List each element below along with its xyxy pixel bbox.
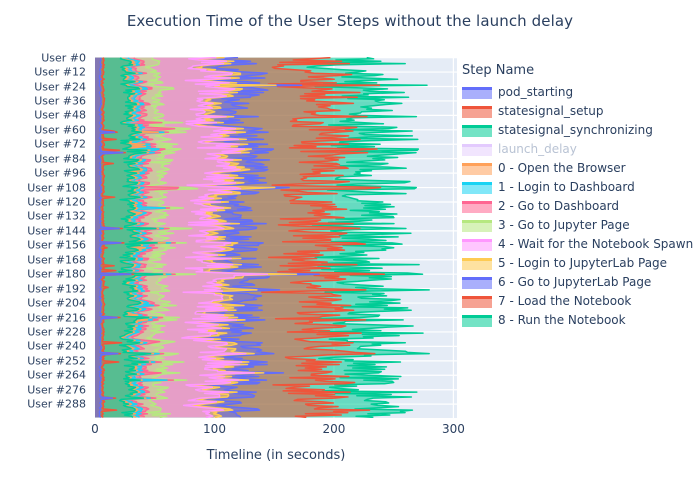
y-axis-tick-label: User #108 [27,181,86,195]
legend-item[interactable]: 5 - Login to JupyterLab Page [462,254,698,273]
legend-item[interactable]: statesignal_setup [462,102,698,121]
x-axis-tick-label: 300 [441,422,465,436]
legend-item[interactable]: 8 - Run the Notebook [462,311,698,330]
legend-color-swatch [462,124,492,137]
legend-item-label: statesignal_synchronizing [498,123,653,137]
legend-item-label: launch_delay [498,142,577,156]
y-axis-tick-label: User #240 [27,339,86,353]
plotly-figure: Execution Time of the User Steps without… [0,0,700,500]
legend-color-swatch [462,162,492,175]
y-axis-tick-label: User #228 [27,325,86,339]
y-axis-tick-label: User #252 [27,354,86,368]
y-axis-tick-label: User #180 [27,267,86,281]
x-axis-tick-label: 0 [91,422,99,436]
y-axis-tick-label: User #72 [34,137,86,151]
legend-color-swatch [462,257,492,270]
legend[interactable]: Step Name pod_starting statesignal_setups… [462,63,698,330]
y-axis-tick-label: User #288 [27,397,86,411]
y-axis-tick-label: User #276 [27,383,86,397]
x-axis-tick-label: 200 [322,422,346,436]
y-axis-tick-label: User #12 [34,65,86,79]
legend-color-swatch [462,181,492,194]
legend-color-swatch [462,86,492,99]
legend-item-label: pod_starting [498,85,574,99]
y-axis-tick-label: User #36 [34,94,86,108]
legend-item[interactable]: statesignal_synchronizing [462,121,698,140]
x-axis-tick-label: 100 [203,422,226,436]
legend-item[interactable]: 3 - Go to Jupyter Page [462,216,698,235]
y-axis-tick-label: User #132 [27,209,86,223]
legend-item[interactable]: 0 - Open the Browser [462,159,698,178]
y-axis-tick-label: User #264 [27,368,86,382]
legend-item[interactable]: 6 - Go to JupyterLab Page [462,273,698,292]
legend-item[interactable]: 2 - Go to Dashboard [462,197,698,216]
y-axis-tick-label: User #204 [27,296,86,310]
legend-item-label: 3 - Go to Jupyter Page [498,218,630,232]
y-axis-tick-label: User #96 [34,166,86,180]
legend-color-swatch [462,238,492,251]
legend-item[interactable]: pod_starting [462,83,698,102]
y-axis-tick-label: User #0 [41,51,86,65]
legend-color-swatch [462,143,492,156]
legend-items: pod_starting statesignal_setup statesignal… [462,83,698,330]
legend-item-label: 2 - Go to Dashboard [498,199,620,213]
legend-color-swatch [462,314,492,327]
legend-color-swatch [462,295,492,308]
legend-item-label: statesignal_setup [498,104,604,118]
x-axis-title: Timeline (in seconds) [206,448,346,463]
legend-item[interactable]: launch_delay [462,140,698,159]
legend-item-label: 6 - Go to JupyterLab Page [498,275,652,289]
plot-area[interactable] [95,57,457,418]
y-axis-tick-label: User #144 [27,224,86,238]
y-axis-tick-label: User #120 [27,195,86,209]
plot-canvas [95,57,457,418]
legend-item[interactable]: 1 - Login to Dashboard [462,178,698,197]
y-axis-tick-label: User #216 [27,311,86,324]
legend-item[interactable]: 4 - Wait for the Notebook Spawn [462,235,698,254]
y-axis-tick-label: User #24 [34,80,86,93]
x-axis-ticks: 0 100 200 300 [91,420,465,440]
y-axis-tick-label: User #192 [27,282,86,296]
legend-color-swatch [462,219,492,232]
chart-title: Execution Time of the User Steps without… [126,12,574,30]
legend-item-label: 8 - Run the Notebook [498,313,626,327]
legend-item[interactable]: 7 - Load the Notebook [462,292,698,311]
y-axis-tick-label: User #60 [34,123,86,137]
legend-item-label: 5 - Login to JupyterLab Page [498,256,668,270]
y-axis-ticks: User #0 User #12 User #24 User #36 User #48 U… [0,52,91,418]
legend-item-label: 7 - Load the Notebook [498,294,632,308]
legend-title: Step Name [462,63,535,78]
legend-item-label: 1 - Login to Dashboard [498,180,635,194]
y-axis-tick-label: User #168 [27,253,86,267]
y-axis-tick-label: User #48 [34,108,86,122]
y-axis-tick-label: User #84 [34,152,86,166]
legend-color-swatch [462,200,492,213]
legend-item-label: 4 - Wait for the Notebook Spawn [498,237,694,251]
legend-color-swatch [462,105,492,118]
legend-item-label: 0 - Open the Browser [498,161,626,175]
y-axis-tick-label: User #156 [27,238,86,252]
legend-color-swatch [462,276,492,289]
